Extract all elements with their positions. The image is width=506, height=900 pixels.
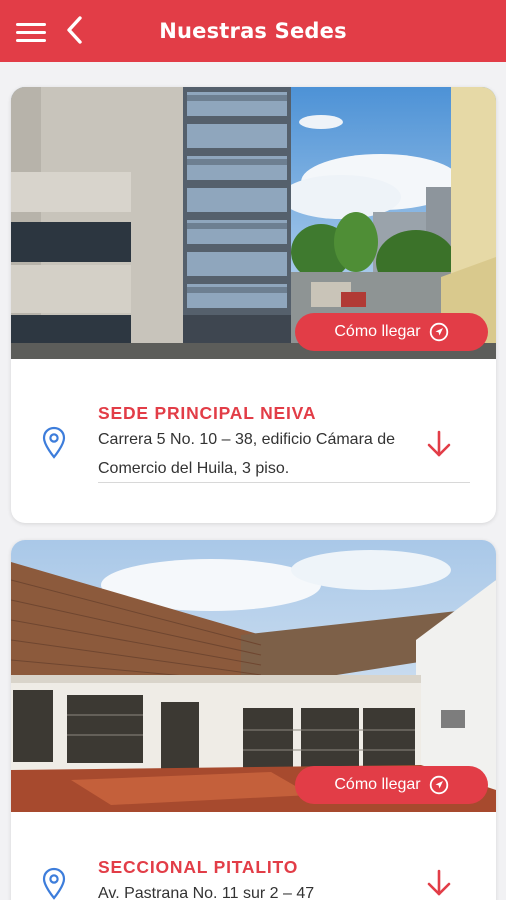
sede-name: SECCIONAL PITALITO: [98, 857, 299, 877]
navigation-icon: [429, 322, 448, 342]
como-llegar-button[interactable]: Cómo llegar: [295, 313, 488, 351]
divider: [98, 482, 470, 483]
location-pin-icon: [42, 867, 66, 900]
location-pin-icon: [42, 426, 66, 459]
como-llegar-label: Cómo llegar: [334, 776, 421, 793]
sede-card: Cómo llegar SEDE PRINCIPAL NEIVA Carrera…: [11, 87, 496, 523]
arrow-down-icon[interactable]: [425, 868, 453, 898]
como-llegar-label: Cómo llegar: [334, 323, 421, 340]
sede-address: Carrera 5 No. 10 – 38, edificio Cámara d…: [98, 431, 396, 477]
sede-card: Cómo llegar SECCIONAL PITALITO Av. Pastr…: [11, 540, 496, 900]
navigation-icon: [429, 775, 448, 795]
arrow-down-icon[interactable]: [425, 429, 453, 459]
sede-address: Av. Pastrana No. 11 sur 2 – 47: [98, 885, 315, 900]
sede-name: SEDE PRINCIPAL NEIVA: [98, 403, 317, 423]
como-llegar-button[interactable]: Cómo llegar: [295, 766, 488, 804]
page-title: Nuestras Sedes: [159, 19, 347, 43]
app-header: Nuestras Sedes: [0, 0, 506, 62]
